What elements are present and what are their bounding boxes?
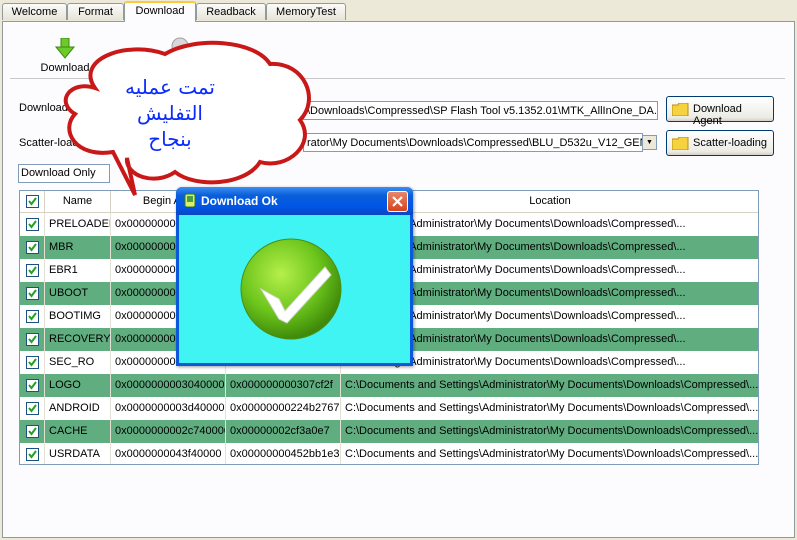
- table-row[interactable]: ANDROID 0x0000000003d40000 0x00000000224b2…: [20, 397, 758, 420]
- checkmark-icon: [28, 289, 37, 298]
- checkmark-icon: [28, 335, 37, 344]
- cell-begin: 0x0000000003040000: [111, 374, 226, 397]
- select-all-checkbox[interactable]: [26, 195, 39, 208]
- cell-name: SEC_RO: [45, 351, 111, 374]
- folder-icon: [672, 103, 689, 116]
- cell-name: UBOOT: [45, 282, 111, 305]
- row-checkbox-cell: [20, 374, 45, 397]
- row-checkbox-cell: [20, 259, 45, 282]
- close-icon: [392, 196, 403, 207]
- checkmark-icon: [28, 243, 37, 252]
- balloon-message: تمت عمليه التفليش بنجاح: [90, 74, 250, 152]
- dialog-close-button[interactable]: [387, 191, 408, 212]
- row-checkbox-cell: [20, 351, 45, 374]
- cell-name: PRELOADER: [45, 213, 111, 236]
- balloon-line-2: بنجاح: [148, 127, 192, 151]
- cell-begin: 0x0000000043f40000: [111, 443, 226, 464]
- success-check-icon: [240, 238, 342, 340]
- row-checkbox[interactable]: [26, 356, 39, 369]
- row-checkbox-cell: [20, 236, 45, 259]
- checkmark-icon: [28, 266, 37, 275]
- tab-memorytest[interactable]: MemoryTest: [266, 3, 346, 20]
- download-agent-button[interactable]: Download Agent: [666, 96, 774, 127]
- tab-format[interactable]: Format: [67, 3, 124, 20]
- row-checkbox[interactable]: [26, 333, 39, 346]
- row-checkbox-cell: [20, 213, 45, 236]
- checkmark-icon: [28, 312, 37, 321]
- header-checkbox-cell: [20, 191, 45, 212]
- row-checkbox[interactable]: [26, 310, 39, 323]
- row-checkbox[interactable]: [26, 448, 39, 461]
- cell-name: ANDROID: [45, 397, 111, 420]
- cell-end: 0x00000002cf3a0e7: [226, 420, 341, 443]
- folder-icon: [672, 137, 689, 150]
- cell-location: C:\Documents and Settings\Administrator\…: [341, 443, 758, 464]
- cell-begin: 0x0000000002c740000: [111, 420, 226, 443]
- checkmark-icon: [28, 427, 37, 436]
- row-checkbox[interactable]: [26, 379, 39, 392]
- cell-location: C:\Documents and Settings\Administrator\…: [341, 397, 758, 420]
- row-checkbox-cell: [20, 443, 45, 464]
- cell-name: EBR1: [45, 259, 111, 282]
- table-row[interactable]: USRDATA 0x0000000043f40000 0x00000000452bb…: [20, 443, 758, 464]
- tab-readback[interactable]: Readback: [196, 3, 266, 20]
- cell-name: USRDATA: [45, 443, 111, 464]
- row-checkbox-cell: [20, 420, 45, 443]
- app-icon: [184, 194, 196, 207]
- row-checkbox[interactable]: [26, 402, 39, 415]
- dialog-titlebar[interactable]: Download Ok: [176, 187, 413, 215]
- tab-download[interactable]: Download: [124, 1, 196, 22]
- scatter-file-path[interactable]: rator\My Documents\Downloads\Compressed\…: [303, 133, 643, 152]
- cell-end: 0x00000000452bb1e3: [226, 443, 341, 464]
- scatter-loading-button-label: Scatter-loading: [693, 137, 767, 149]
- checkmark-icon: [28, 358, 37, 367]
- checkmark-icon: [28, 197, 37, 206]
- checkmark-icon: [28, 404, 37, 413]
- row-checkbox-cell: [20, 282, 45, 305]
- scatter-dropdown-button[interactable]: ▼: [642, 135, 657, 150]
- table-row[interactable]: CACHE 0x0000000002c740000 0x00000002cf3a0e…: [20, 420, 758, 443]
- row-checkbox[interactable]: [26, 241, 39, 254]
- download-ok-dialog: Download Ok: [176, 187, 413, 366]
- tab-welcome[interactable]: Welcome: [2, 3, 67, 20]
- row-checkbox[interactable]: [26, 287, 39, 300]
- row-checkbox[interactable]: [26, 264, 39, 277]
- cell-name: LOGO: [45, 374, 111, 397]
- dialog-title: Download Ok: [201, 194, 278, 208]
- checkmark-icon: [28, 450, 37, 459]
- cell-name: BOOTIMG: [45, 305, 111, 328]
- table-row[interactable]: LOGO 0x0000000003040000 0x000000000307cf2f…: [20, 374, 758, 397]
- tab-bar: Welcome Format Download Readback MemoryT…: [0, 0, 797, 22]
- cell-name: CACHE: [45, 420, 111, 443]
- row-checkbox-cell: [20, 305, 45, 328]
- dialog-body: [179, 215, 410, 363]
- row-checkbox-cell: [20, 328, 45, 351]
- cell-name: RECOVERY: [45, 328, 111, 351]
- checkmark-icon: [28, 220, 37, 229]
- checkmark-icon: [28, 381, 37, 390]
- row-checkbox-cell: [20, 397, 45, 420]
- cell-begin: 0x0000000003d40000: [111, 397, 226, 420]
- cell-end: 0x00000000224b2767: [226, 397, 341, 420]
- row-checkbox[interactable]: [26, 218, 39, 231]
- cell-location: C:\Documents and Settings\Administrator\…: [341, 374, 758, 397]
- cell-location: C:\Documents and Settings\Administrator\…: [341, 420, 758, 443]
- cell-end: 0x000000000307cf2f: [226, 374, 341, 397]
- row-checkbox[interactable]: [26, 425, 39, 438]
- cell-name: MBR: [45, 236, 111, 259]
- download-agent-path[interactable]: \Downloads\Compressed\SP Flash Tool v5.1…: [303, 101, 658, 120]
- balloon-line-1: تمت عمليه التفليش: [125, 75, 215, 125]
- scatter-loading-button[interactable]: Scatter-loading: [666, 130, 774, 156]
- download-agent-button-label: Download Agent: [693, 103, 742, 127]
